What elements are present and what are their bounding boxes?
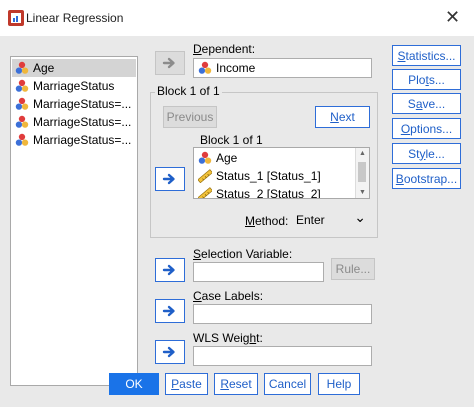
bootstrap-button[interactable]: Bootstrap... bbox=[392, 168, 461, 189]
options-button[interactable]: Options... bbox=[392, 118, 461, 139]
variable-list-item[interactable]: MarriageStatus=... bbox=[12, 113, 136, 131]
method-select[interactable]: Enter ⌄ bbox=[292, 208, 370, 230]
variable-list-item[interactable]: Age bbox=[12, 59, 136, 77]
dependent-field[interactable]: Income bbox=[193, 58, 372, 78]
inner-block-label: Block 1 of 1 bbox=[200, 133, 263, 147]
ruler-variable-icon bbox=[198, 187, 212, 199]
dependent-value: Income bbox=[216, 61, 256, 75]
move-case-labels-button[interactable] bbox=[155, 299, 185, 323]
method-value: Enter bbox=[296, 213, 325, 227]
scrollbar-thumb[interactable] bbox=[358, 162, 366, 182]
arrow-right-icon bbox=[162, 344, 178, 360]
cancel-button[interactable]: Cancel bbox=[264, 373, 311, 395]
scale-variable-icon bbox=[198, 151, 212, 165]
help-button[interactable]: Help bbox=[318, 373, 360, 395]
independents-list[interactable]: Age Status_1 [Status_1] Status_2 [Status_2… bbox=[193, 147, 370, 199]
variable-list-item[interactable]: MarriageStatus=... bbox=[12, 131, 136, 149]
previous-block-button[interactable]: Previous bbox=[163, 106, 217, 128]
scale-variable-icon bbox=[15, 133, 29, 147]
paste-button[interactable]: Paste bbox=[165, 373, 208, 395]
scale-variable-icon bbox=[15, 97, 29, 111]
list-item-label: MarriageStatus=... bbox=[33, 97, 132, 111]
dependent-label: Dependent: bbox=[193, 42, 256, 56]
ok-button[interactable]: OK bbox=[109, 373, 159, 395]
list-item-label: Status_1 [Status_1] bbox=[216, 169, 321, 183]
move-selection-variable-button[interactable] bbox=[155, 258, 185, 282]
selection-variable-field[interactable] bbox=[193, 262, 324, 282]
next-block-button[interactable]: Next bbox=[315, 106, 370, 128]
close-icon[interactable]: ✕ bbox=[445, 7, 460, 28]
chevron-down-icon: ⌄ bbox=[354, 208, 366, 225]
arrow-right-icon bbox=[162, 303, 178, 319]
wls-weight-label: WLS Weight: bbox=[193, 331, 263, 345]
scroll-up-icon[interactable]: ▲ bbox=[359, 150, 366, 157]
wls-weight-field[interactable] bbox=[193, 346, 372, 366]
independent-list-item[interactable]: Status_1 [Status_1] bbox=[195, 167, 355, 185]
scroll-down-icon[interactable]: ▼ bbox=[359, 189, 366, 196]
selection-variable-label: Selection Variable: bbox=[193, 247, 293, 261]
independent-list-item[interactable]: Age bbox=[195, 149, 355, 167]
plots-button[interactable]: Plo t s... bbox=[392, 69, 461, 90]
save-button[interactable]: Sa ve... bbox=[392, 93, 461, 114]
variable-list-item[interactable]: MarriageStatus=... bbox=[12, 95, 136, 113]
reset-button[interactable]: Reset bbox=[214, 373, 258, 395]
variable-list[interactable]: Age MarriageStatus MarriageStatus=... Marri… bbox=[10, 56, 138, 386]
list-item-label: Status_2 [Status_2] bbox=[216, 187, 321, 199]
case-labels-field[interactable] bbox=[193, 304, 372, 324]
scale-variable-icon bbox=[15, 115, 29, 129]
style-button[interactable]: St y le... bbox=[392, 143, 461, 164]
scale-variable-icon bbox=[198, 61, 212, 75]
list-item-label: Age bbox=[33, 61, 55, 75]
list-item-label: MarriageStatus=... bbox=[33, 115, 132, 129]
rule-button[interactable]: Rule... bbox=[331, 258, 375, 280]
move-dependent-button[interactable] bbox=[155, 51, 185, 75]
variable-list-item[interactable]: MarriageStatus bbox=[12, 77, 136, 95]
scrollbar[interactable]: ▲ ▼ bbox=[355, 148, 369, 198]
scale-variable-icon bbox=[15, 79, 29, 93]
list-item-label: MarriageStatus bbox=[33, 79, 115, 93]
block-legend: Block 1 of 1 bbox=[155, 84, 222, 98]
spss-app-icon bbox=[8, 10, 24, 26]
move-wls-weight-button[interactable] bbox=[155, 340, 185, 364]
list-item-label: Age bbox=[216, 151, 238, 165]
case-labels-label: Case Labels: bbox=[193, 289, 264, 303]
arrow-right-icon bbox=[162, 171, 178, 187]
move-independent-button[interactable] bbox=[155, 167, 185, 191]
list-item-label: MarriageStatus=... bbox=[33, 133, 132, 147]
ruler-variable-icon bbox=[198, 169, 212, 183]
window-title: Linear Regression bbox=[26, 11, 124, 25]
arrow-right-icon bbox=[162, 262, 178, 278]
arrow-right-icon bbox=[162, 55, 178, 71]
scale-variable-icon bbox=[15, 61, 29, 75]
method-label: Method: bbox=[245, 214, 289, 228]
statistics-button[interactable]: Statistics... bbox=[392, 45, 461, 66]
independent-list-item[interactable]: Status_2 [Status_2] bbox=[195, 185, 355, 199]
